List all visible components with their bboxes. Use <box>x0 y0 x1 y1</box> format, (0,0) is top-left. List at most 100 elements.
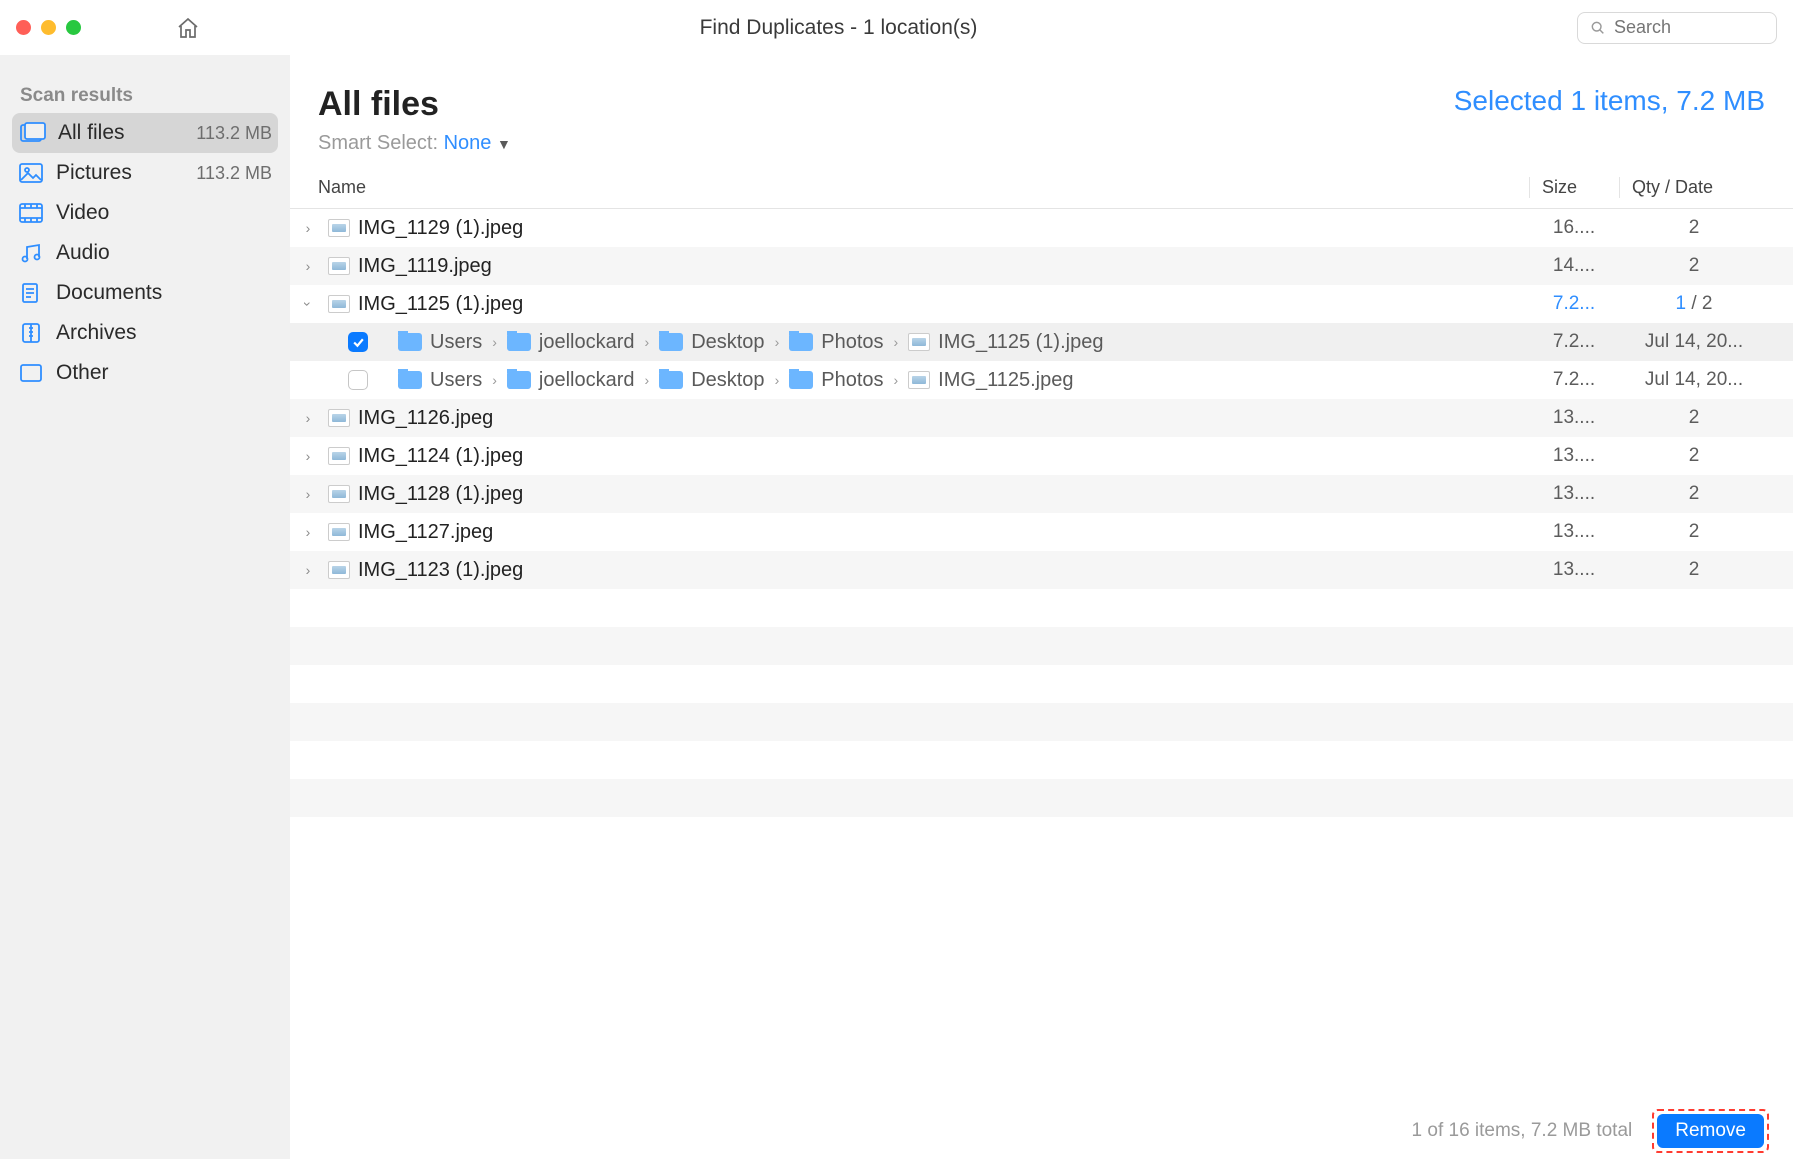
table-body: › IMG_1129 (1).jpeg 16.... 2 › IMG_1119.… <box>290 209 1793 1101</box>
disclosure-chevron-icon[interactable]: › <box>296 220 320 236</box>
sidebar-item-audio[interactable]: Audio <box>0 233 290 273</box>
folder-icon <box>507 333 531 351</box>
file-name: IMG_1128 (1).jpeg <box>358 483 523 506</box>
search-field[interactable] <box>1577 12 1777 44</box>
file-thumb-icon <box>328 409 350 427</box>
disclosure-chevron-icon[interactable]: › <box>296 562 320 578</box>
file-size: 7.2... <box>1529 293 1619 315</box>
chevron-down-icon: ▼ <box>497 136 511 152</box>
path-segment: Photos <box>821 369 883 392</box>
qty-selected: 1 <box>1676 293 1687 314</box>
file-name: IMG_1129 (1).jpeg <box>358 217 523 240</box>
file-name: IMG_1123 (1).jpeg <box>358 559 523 582</box>
sidebar-item-label: Archives <box>56 321 137 345</box>
archives-icon <box>18 322 44 344</box>
column-name[interactable]: Name <box>318 177 1529 198</box>
footer-status: 1 of 16 items, 7.2 MB total <box>1412 1120 1633 1142</box>
table-row[interactable]: › IMG_1129 (1).jpeg 16.... 2 <box>290 209 1793 247</box>
sidebar-item-label: Audio <box>56 241 110 265</box>
remove-button[interactable]: Remove <box>1657 1114 1764 1148</box>
file-name: IMG_1124 (1).jpeg <box>358 445 523 468</box>
table-row[interactable]: › IMG_1127.jpeg 13.... 2 <box>290 513 1793 551</box>
selection-status: Selected 1 items, 7.2 MB <box>1454 85 1765 117</box>
checkbox[interactable] <box>348 332 368 352</box>
content-pane: All files Selected 1 items, 7.2 MB Smart… <box>290 55 1793 1159</box>
folder-icon <box>789 333 813 351</box>
file-size: 13.... <box>1529 407 1619 429</box>
file-thumb-icon <box>328 257 350 275</box>
file-size: 13.... <box>1529 445 1619 467</box>
table-row[interactable]: › IMG_1124 (1).jpeg 13.... 2 <box>290 437 1793 475</box>
table-row[interactable]: › IMG_1126.jpeg 13.... 2 <box>290 399 1793 437</box>
column-size[interactable]: Size <box>1529 177 1619 198</box>
folder-icon <box>659 371 683 389</box>
close-window-button[interactable] <box>16 20 31 35</box>
file-size: 7.2... <box>1529 369 1619 391</box>
file-thumb-icon <box>328 295 350 313</box>
table-subrow[interactable]: Users › joellockard › Desktop › Photos ›… <box>290 323 1793 361</box>
disclosure-chevron-icon[interactable]: › <box>296 524 320 540</box>
file-thumb-icon <box>908 371 930 389</box>
disclosure-chevron-icon[interactable]: › <box>296 410 320 426</box>
table-row[interactable]: › IMG_1125 (1).jpeg 7.2... 1 / 2 <box>290 285 1793 323</box>
qty-total: / 2 <box>1686 293 1712 314</box>
file-size: 13.... <box>1529 559 1619 581</box>
file-qty: 2 <box>1619 407 1769 429</box>
file-qty: 2 <box>1619 445 1769 467</box>
path-segment: Photos <box>821 331 883 354</box>
column-qty[interactable]: Qty / Date <box>1619 177 1769 198</box>
disclosure-chevron-icon[interactable]: › <box>296 486 320 502</box>
disclosure-chevron-icon[interactable]: › <box>296 448 320 464</box>
smart-select-value: None <box>444 132 492 154</box>
folder-icon <box>398 333 422 351</box>
table-row[interactable]: › IMG_1123 (1).jpeg 13.... 2 <box>290 551 1793 589</box>
folder-icon <box>398 371 422 389</box>
titlebar: Find Duplicates - 1 location(s) <box>0 0 1793 55</box>
file-name: IMG_1119.jpeg <box>358 255 492 278</box>
table-subrow[interactable]: Users › joellockard › Desktop › Photos ›… <box>290 361 1793 399</box>
sidebar-item-label: Documents <box>56 281 162 305</box>
sidebar-item-other[interactable]: Other <box>0 353 290 393</box>
sidebar-item-archives[interactable]: Archives <box>0 313 290 353</box>
chevron-right-icon: › <box>643 372 652 388</box>
table-row[interactable]: › IMG_1128 (1).jpeg 13.... 2 <box>290 475 1793 513</box>
sidebar-item-documents[interactable]: Documents <box>0 273 290 313</box>
content-header: All files Selected 1 items, 7.2 MB Smart… <box>290 55 1793 165</box>
remove-highlight: Remove <box>1652 1109 1769 1153</box>
minimize-window-button[interactable] <box>41 20 56 35</box>
file-name: IMG_1126.jpeg <box>358 407 493 430</box>
smart-select-dropdown[interactable]: None ▼ <box>444 132 511 154</box>
file-thumb-icon <box>328 219 350 237</box>
empty-rows <box>290 589 1793 817</box>
disclosure-chevron-icon[interactable]: › <box>300 293 316 316</box>
file-qty: 2 <box>1619 255 1769 277</box>
video-icon <box>18 202 44 224</box>
chevron-right-icon: › <box>892 334 901 350</box>
sidebar-item-size: 113.2 MB <box>196 163 272 184</box>
table-row[interactable]: › IMG_1119.jpeg 14.... 2 <box>290 247 1793 285</box>
sidebar-item-video[interactable]: Video <box>0 193 290 233</box>
file-qty: 2 <box>1619 521 1769 543</box>
file-qty: 1 / 2 <box>1619 293 1769 315</box>
maximize-window-button[interactable] <box>66 20 81 35</box>
window-title: Find Duplicates - 1 location(s) <box>100 16 1577 40</box>
file-qty: 2 <box>1619 217 1769 239</box>
path-segment: Users <box>430 331 482 354</box>
sidebar-item-label: Video <box>56 201 109 225</box>
other-icon <box>18 362 44 384</box>
results-table: Name Size Qty / Date › IMG_1129 (1).jpeg… <box>290 165 1793 1101</box>
sidebar-item-label: Other <box>56 361 109 385</box>
pictures-icon <box>18 162 44 184</box>
path-filename: IMG_1125.jpeg <box>938 369 1073 392</box>
file-size: 13.... <box>1529 483 1619 505</box>
chevron-right-icon: › <box>490 372 499 388</box>
file-size: 7.2... <box>1529 331 1619 353</box>
file-thumb-icon <box>328 561 350 579</box>
sidebar-item-pictures[interactable]: Pictures 113.2 MB <box>0 153 290 193</box>
checkbox[interactable] <box>348 370 368 390</box>
disclosure-chevron-icon[interactable]: › <box>296 258 320 274</box>
sidebar-item-all-files[interactable]: All files 113.2 MB <box>12 113 278 153</box>
documents-icon <box>18 282 44 304</box>
smart-select-label: Smart Select: <box>318 132 438 154</box>
search-input[interactable] <box>1614 17 1764 38</box>
